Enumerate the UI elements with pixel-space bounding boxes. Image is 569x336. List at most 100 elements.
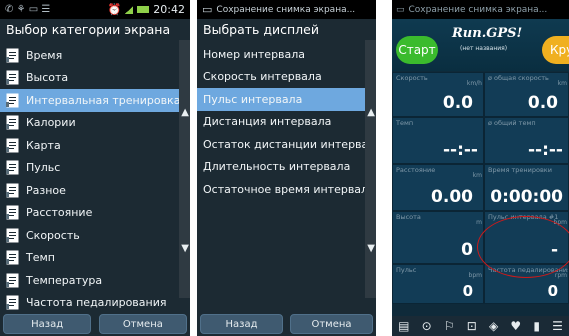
display-item[interactable]: Пульс интервала — [197, 88, 376, 111]
display-item-label: Номер интервала — [203, 47, 306, 61]
metric-value: --:-- — [527, 140, 563, 160]
display-item[interactable]: Остаток дистанции интервала — [197, 133, 376, 156]
metric-cell[interactable]: Темп --:-- — [392, 117, 484, 164]
display-item-label: Скорость интервала — [203, 70, 322, 84]
metric-cell[interactable]: Скорость 0.0 km/h — [392, 72, 484, 117]
display-item-label: Остаточное время интервала — [203, 182, 375, 196]
cancel-button[interactable]: Отмена — [289, 314, 373, 334]
metric-unit: bpm — [468, 272, 482, 279]
metric-value: 0 — [462, 282, 473, 300]
display-item-label: Остаток дистанции интервала — [203, 137, 376, 151]
category-item-label: Частота педалирования — [26, 296, 167, 310]
category-item-label: Карта — [26, 138, 61, 152]
category-item-label: Расстояние — [26, 206, 93, 220]
notification-icons: ✆ ⚘ ▭ ☰ — [5, 4, 51, 15]
metric-value: 0.0 — [442, 93, 473, 113]
category-item[interactable]: Интервальная тренировка — [0, 89, 190, 112]
metric-cell[interactable]: Пульс 0 bpm — [392, 264, 484, 304]
metric-cell[interactable]: ø общая скорость 0.0 km — [484, 72, 569, 117]
lock-icon[interactable]: ⊡ — [467, 319, 477, 333]
display-item-label: Длительность интервала — [203, 160, 351, 174]
runner-icon[interactable]: ⚐ — [444, 319, 455, 333]
display-item-label: Дистанция интервала — [203, 115, 332, 129]
category-item[interactable]: Темп — [0, 247, 190, 270]
signal-bars-icon[interactable]: ▮ — [533, 319, 540, 333]
category-item-label: Температура — [26, 273, 103, 287]
metric-value: 0.00 — [431, 187, 473, 207]
cancel-button[interactable]: Отмена — [98, 314, 187, 334]
scrollbar[interactable] — [179, 40, 190, 298]
play-icon[interactable]: ⊙ — [422, 319, 432, 333]
lap-button[interactable]: Круг — [542, 36, 569, 64]
tracks-icon[interactable]: ▤ — [398, 319, 409, 333]
bulb-icon[interactable]: ◈ — [489, 319, 498, 333]
category-item[interactable]: Разное — [0, 179, 190, 202]
category-list: Время Высота Интервальная тренировка Калори… — [0, 44, 190, 314]
display-item[interactable]: Номер интервала — [197, 43, 376, 66]
category-item[interactable]: Частота педалирования — [0, 292, 190, 315]
metrics-grid: Скорость 0.0 km/h ø общая скорость 0.0 km Темп… — [392, 72, 569, 316]
display-item[interactable]: Остаточное время интервала — [197, 178, 376, 201]
document-icon — [6, 138, 20, 153]
scrollbar[interactable] — [365, 40, 376, 298]
screen-title: Выбор категории экрана — [6, 22, 171, 37]
display-item[interactable]: Скорость интервала — [197, 66, 376, 89]
heart-icon[interactable]: ♥ — [510, 319, 521, 333]
status-time: 20:42 — [153, 3, 185, 16]
metric-label: Пульс — [396, 266, 417, 274]
category-item[interactable]: Высота — [0, 67, 190, 90]
back-button[interactable]: Назад — [3, 314, 92, 334]
screenshot-icon: ▭ — [396, 4, 405, 15]
display-item[interactable]: Дистанция интервала — [197, 111, 376, 134]
status-text: Сохранение снимка экрана... — [216, 4, 356, 15]
metric-value: 0 — [547, 282, 558, 300]
category-item-label: Пульс — [26, 161, 61, 175]
document-icon — [6, 228, 20, 243]
battery-icon — [137, 6, 150, 13]
category-item[interactable]: Температура — [0, 269, 190, 292]
metric-label: Темп — [396, 119, 414, 127]
category-item[interactable]: Карта — [0, 134, 190, 157]
start-button[interactable]: Старт — [396, 36, 438, 64]
dashboard-screen: ▭ Сохранение снимка экрана... Старт Run.… — [392, 0, 569, 336]
chevron-down-icon[interactable]: ▼ — [367, 244, 375, 254]
category-item-label: Калории — [26, 116, 76, 130]
category-item[interactable]: Время — [0, 44, 190, 67]
document-icon — [6, 183, 20, 198]
document-icon — [6, 160, 20, 175]
metric-unit: km — [472, 172, 482, 179]
status-bar: ✆ ⚘ ▭ ☰ ⏰ 20:42 — [0, 0, 190, 19]
status-text: Сохранение снимка экрана... — [408, 4, 548, 15]
metric-unit: km/h — [466, 80, 482, 87]
back-button[interactable]: Назад — [200, 314, 284, 334]
status-bar: ▭ Сохранение снимка экрана... — [197, 0, 376, 19]
menu-icon[interactable]: ☰ — [552, 319, 563, 333]
metric-value: 0 — [461, 240, 473, 260]
annotation-circle — [477, 216, 569, 278]
chevron-down-icon[interactable]: ▼ — [181, 244, 189, 254]
category-item[interactable]: Скорость — [0, 224, 190, 247]
document-icon — [6, 115, 20, 130]
metric-value: --:-- — [442, 140, 478, 160]
category-item-label: Высота — [26, 71, 69, 85]
chevron-up-icon[interactable]: ▲ — [367, 108, 375, 118]
display-item-label: Пульс интервала — [203, 92, 303, 106]
display-item[interactable]: Длительность интервала — [197, 156, 376, 179]
metric-cell[interactable]: Время тренировки 0:00:00 — [484, 164, 569, 211]
metric-cell[interactable]: ø общий темп --:-- — [484, 117, 569, 164]
chevron-up-icon[interactable]: ▲ — [181, 108, 189, 118]
document-icon — [6, 295, 20, 310]
category-screen: ✆ ⚘ ▭ ☰ ⏰ 20:42 Выбор категории экрана В… — [0, 0, 190, 336]
category-item[interactable]: Калории — [0, 112, 190, 135]
display-select-screen: ▭ Сохранение снимка экрана... Выбрать ди… — [197, 0, 376, 336]
signal-icon — [125, 5, 134, 14]
metric-cell[interactable]: Расстояние 0.00 km — [392, 164, 484, 211]
metric-value: 0.0 — [527, 93, 558, 113]
document-icon — [6, 48, 20, 63]
category-item[interactable]: Расстояние — [0, 202, 190, 225]
document-icon — [6, 70, 20, 85]
document-icon — [6, 93, 20, 108]
category-item[interactable]: Пульс — [0, 157, 190, 180]
category-item-label: Разное — [26, 183, 66, 197]
metric-cell[interactable]: Высота 0 m — [392, 211, 484, 264]
